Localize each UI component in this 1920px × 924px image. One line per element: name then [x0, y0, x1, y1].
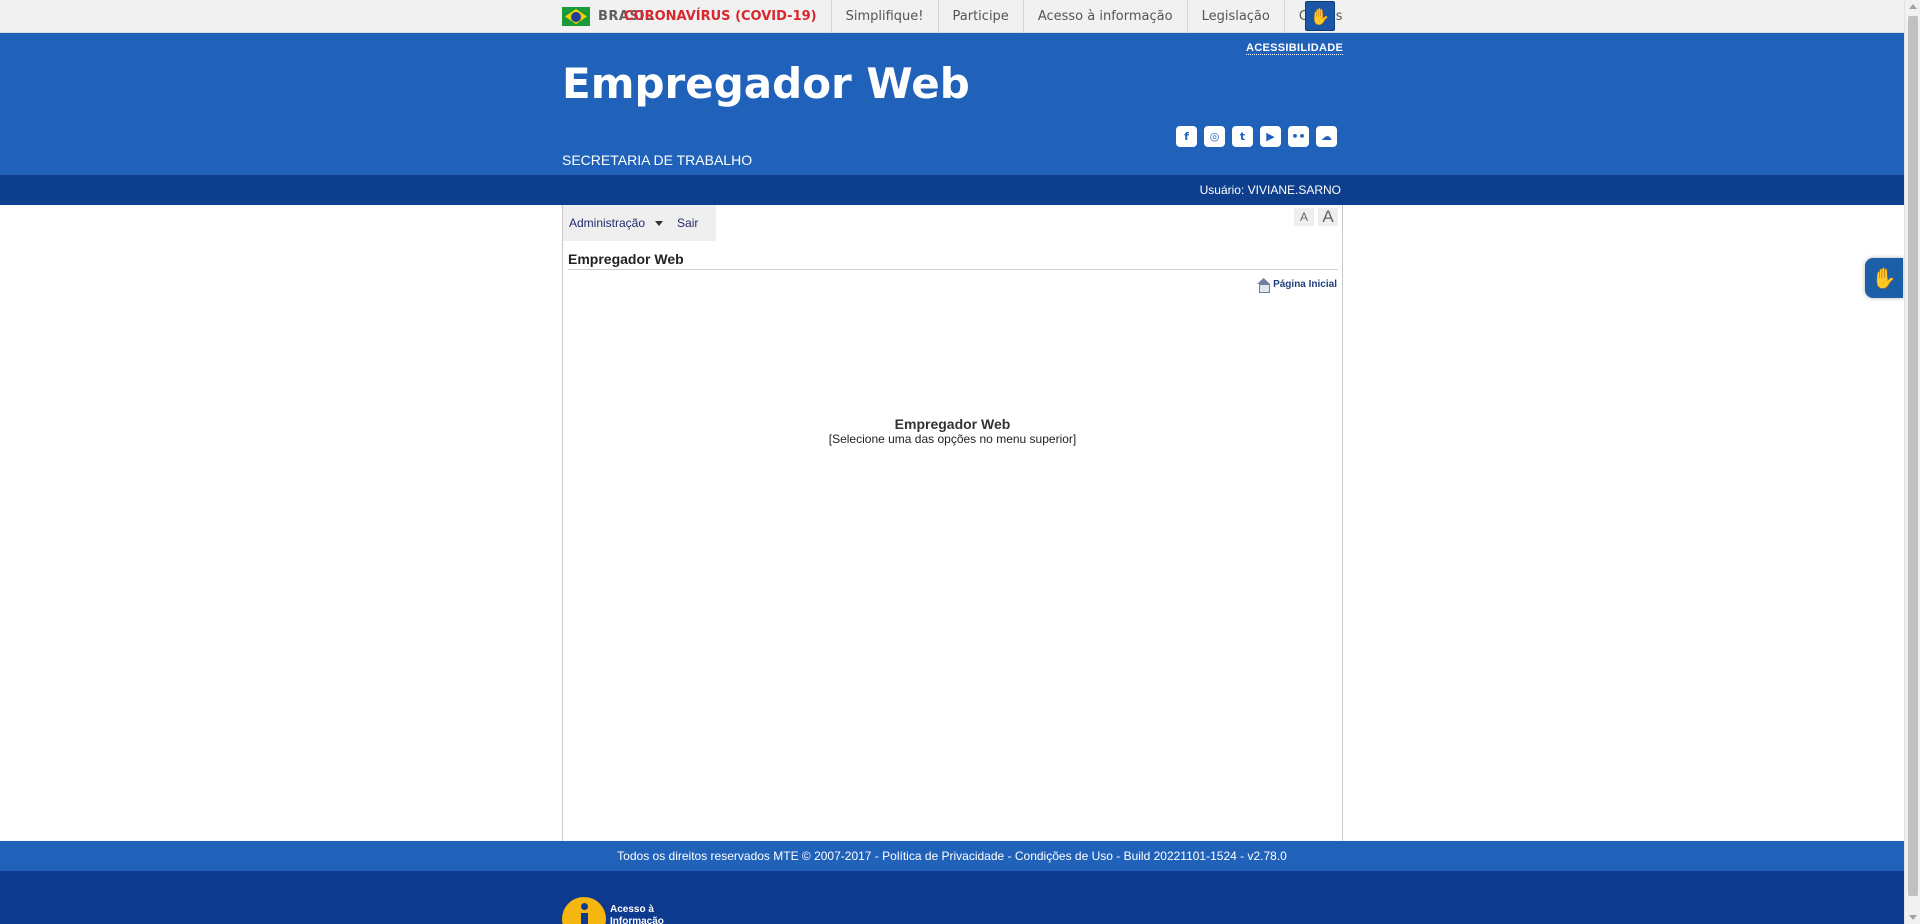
welcome-block: Empregador Web [Selecione uma das opções… — [563, 416, 1342, 446]
user-label: Usuário: VIVIANE.SARNO — [1199, 183, 1341, 197]
site-header: ACESSIBILIDADE Empregador Web f ◎ t ▶ ••… — [0, 33, 1904, 175]
gov-links: CORONAVÍRUS (COVID-19) Simplifique! Part… — [620, 0, 1357, 33]
gov-top-bar: BRASIL CORONAVÍRUS (COVID-19) Simplifiqu… — [0, 0, 1904, 33]
info-icon[interactable] — [562, 897, 606, 924]
home-icon — [1257, 278, 1271, 293]
scroll-up-icon[interactable] — [1909, 4, 1917, 9]
scroll-down-icon[interactable] — [1909, 915, 1917, 920]
hands-sign-icon[interactable]: ✋ — [1305, 1, 1335, 31]
gov-bar-inner: BRASIL CORONAVÍRUS (COVID-19) Simplifiqu… — [562, 0, 1357, 33]
font-size-controls: A A — [1294, 207, 1338, 226]
gov-link-covid[interactable]: CORONAVÍRUS (COVID-19) — [620, 0, 832, 33]
gov-link-participe[interactable]: Participe — [939, 0, 1024, 33]
footer-copyright-bar: Todos os direitos reservados MTE © 2007-… — [0, 841, 1904, 871]
user-bar: Usuário: VIVIANE.SARNO — [0, 175, 1904, 205]
accessibility-link[interactable]: ACESSIBILIDADE — [1246, 42, 1344, 55]
flickr-icon[interactable]: •• — [1288, 126, 1309, 147]
footer-copyright: Todos os direitos reservados MTE © 2007-… — [617, 849, 1287, 863]
decrease-font-button[interactable]: A — [1294, 208, 1314, 226]
page: BRASIL CORONAVÍRUS (COVID-19) Simplifiqu… — [0, 0, 1920, 924]
instagram-icon[interactable]: ◎ — [1204, 126, 1225, 147]
main-content: Administração Sair A A Empregador Web Pá… — [562, 205, 1343, 841]
hands-sign-icon[interactable]: ✋ — [1865, 258, 1903, 298]
facebook-icon[interactable]: f — [1176, 126, 1197, 147]
menu-item-sair[interactable]: Sair — [671, 216, 698, 230]
page-title: Empregador Web — [568, 251, 1338, 270]
footer-bottom: Acesso à Informação — [0, 871, 1904, 924]
site-subtitle: SECRETARIA DE TRABALHO — [562, 152, 753, 168]
chevron-down-icon[interactable] — [655, 220, 664, 226]
social-links: f ◎ t ▶ •• ☁ — [1176, 126, 1337, 147]
home-link[interactable]: Página Inicial — [1257, 278, 1337, 293]
access-info-label[interactable]: Acesso à Informação — [610, 904, 670, 924]
welcome-hint: [Selecione uma das opções no menu superi… — [828, 432, 1077, 446]
increase-font-button[interactable]: A — [1318, 207, 1338, 226]
brasil-label[interactable]: BRASIL — [598, 9, 653, 24]
welcome-title: Empregador Web — [894, 416, 1011, 432]
gov-link-acesso-informacao[interactable]: Acesso à informação — [1024, 0, 1188, 33]
twitter-icon[interactable]: t — [1232, 126, 1253, 147]
youtube-icon[interactable]: ▶ — [1260, 126, 1281, 147]
vertical-scrollbar[interactable] — [1904, 0, 1920, 924]
scroll-thumb[interactable] — [1908, 16, 1918, 896]
site-title[interactable]: Empregador Web — [562, 59, 970, 108]
soundcloud-icon[interactable]: ☁ — [1316, 126, 1337, 147]
menu-item-administracao[interactable]: Administração — [563, 216, 645, 230]
gov-link-legislacao[interactable]: Legislação — [1188, 0, 1285, 33]
home-link-label[interactable]: Página Inicial — [1273, 279, 1337, 290]
top-menu: Administração Sair — [563, 205, 716, 241]
gov-link-simplifique[interactable]: Simplifique! — [832, 0, 939, 33]
brazil-flag-icon — [562, 7, 590, 26]
